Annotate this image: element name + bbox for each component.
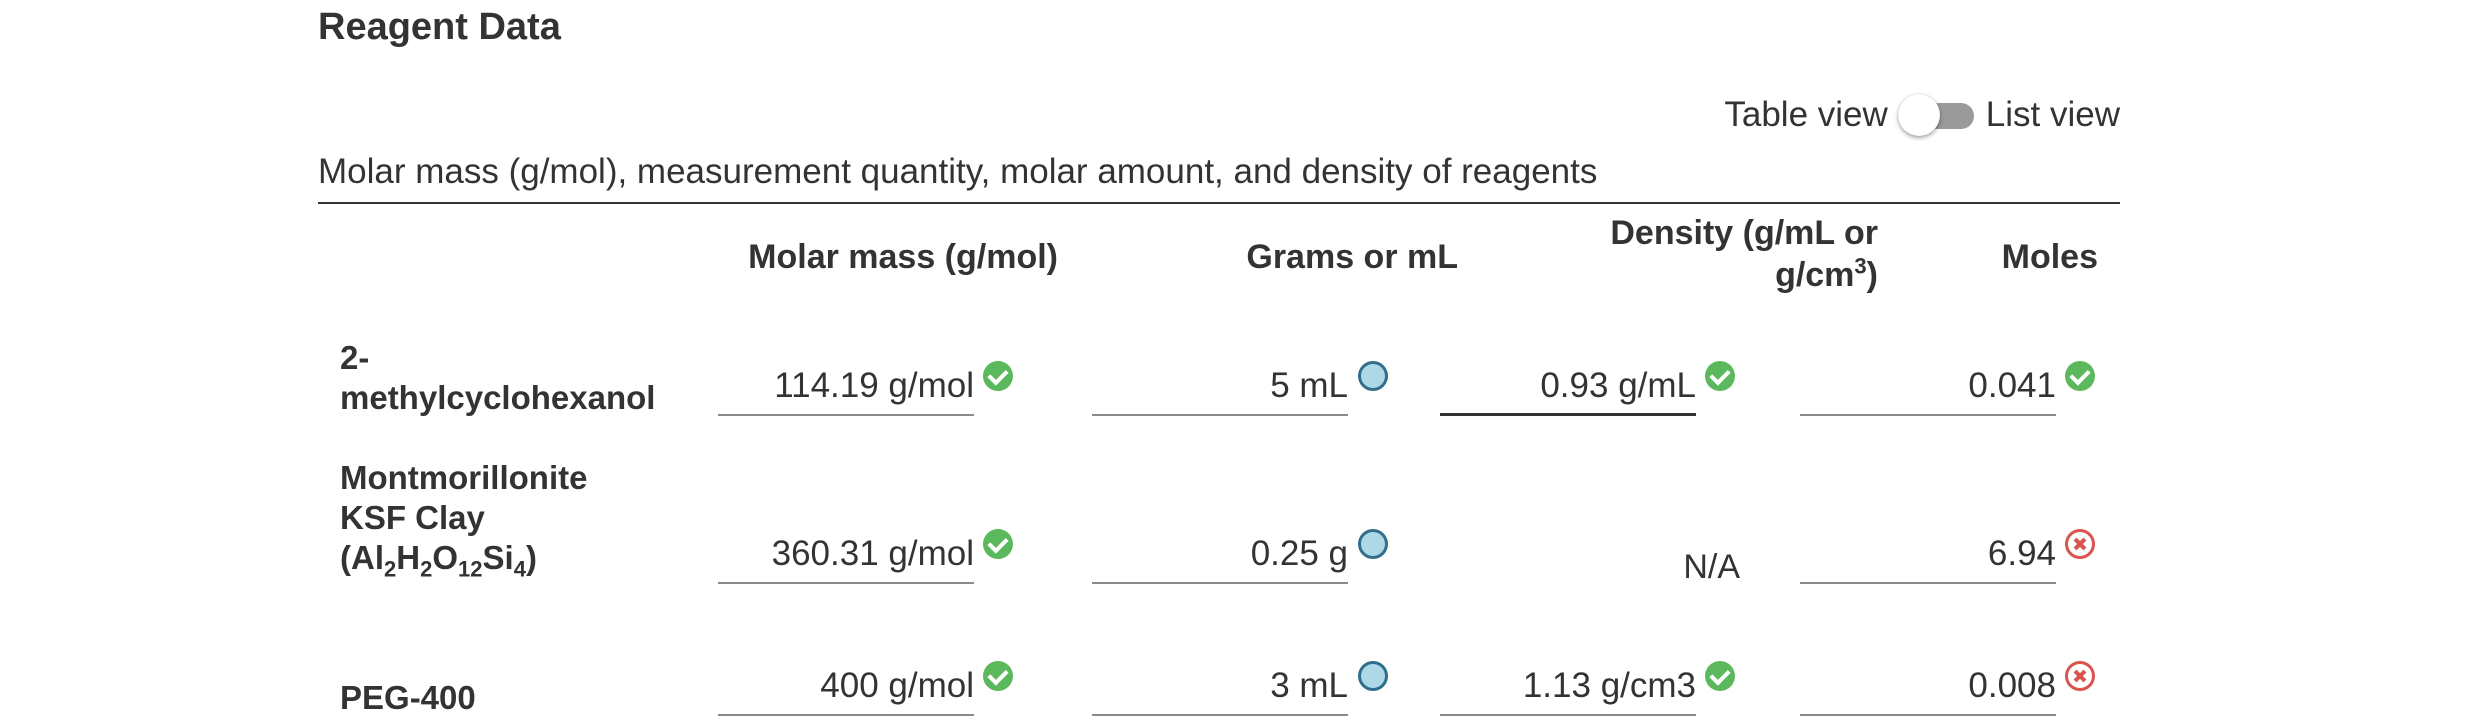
info-circle-icon bbox=[1358, 361, 1388, 391]
correct-check-icon bbox=[2065, 361, 2095, 391]
row-label-2-methylcyclohexanol: 2- methylcyclohexanol bbox=[340, 339, 656, 416]
correct-check-icon bbox=[1705, 361, 1735, 391]
info-circle-icon bbox=[1358, 661, 1388, 691]
info-circle-icon bbox=[1358, 529, 1388, 559]
quantity-input[interactable]: 5 mL bbox=[1092, 356, 1348, 416]
correct-check-icon bbox=[983, 661, 1013, 691]
formula-label: (Al2H2O12Si4) bbox=[340, 539, 537, 582]
row-label-peg-400: PEG-400 bbox=[340, 679, 476, 716]
view-toggle: Table view List view bbox=[1724, 92, 2120, 138]
incorrect-x-icon bbox=[2065, 661, 2095, 691]
table-caption: Molar mass (g/mol), measurement quantity… bbox=[318, 152, 1598, 191]
header-grams-ml: Grams or mL bbox=[1246, 238, 1458, 276]
density-not-applicable: N/A bbox=[1683, 548, 1740, 586]
incorrect-x-icon bbox=[2065, 529, 2095, 559]
table-view-label[interactable]: Table view bbox=[1724, 95, 1887, 135]
caption-divider bbox=[318, 202, 2120, 204]
moles-input[interactable]: 6.94 bbox=[1800, 524, 2056, 584]
list-view-label[interactable]: List view bbox=[1986, 95, 2120, 135]
correct-check-icon bbox=[983, 361, 1013, 391]
density-input[interactable]: 0.93 g/mL bbox=[1440, 356, 1696, 416]
toggle-knob[interactable] bbox=[1897, 94, 1940, 136]
view-toggle-switch[interactable] bbox=[1897, 92, 1978, 138]
density-input[interactable]: 1.13 g/cm3 bbox=[1440, 656, 1696, 716]
header-density: Density (g/mL or g/cm3) bbox=[1458, 212, 1878, 296]
header-molar-mass: Molar mass (g/mol) bbox=[748, 238, 1058, 276]
molar-mass-input[interactable]: 360.31 g/mol bbox=[718, 524, 974, 584]
quantity-input[interactable]: 0.25 g bbox=[1092, 524, 1348, 584]
row-label-montmorillonite: Montmorillonite KSF Clay (Al2H2O12Si4) bbox=[340, 459, 588, 582]
correct-check-icon bbox=[983, 529, 1013, 559]
molar-mass-input[interactable]: 400 g/mol bbox=[718, 656, 974, 716]
molar-mass-input[interactable]: 114.19 g/mol bbox=[718, 356, 974, 416]
quantity-input[interactable]: 3 mL bbox=[1092, 656, 1348, 716]
correct-check-icon bbox=[1705, 661, 1735, 691]
header-density-line1: Density (g/mL or bbox=[1610, 214, 1878, 252]
moles-input[interactable]: 0.041 bbox=[1800, 356, 2056, 416]
section-title: Reagent Data bbox=[318, 6, 561, 48]
moles-input[interactable]: 0.008 bbox=[1800, 656, 2056, 716]
header-moles: Moles bbox=[2001, 238, 2098, 276]
header-density-line2: g/cm3) bbox=[1775, 253, 1878, 294]
